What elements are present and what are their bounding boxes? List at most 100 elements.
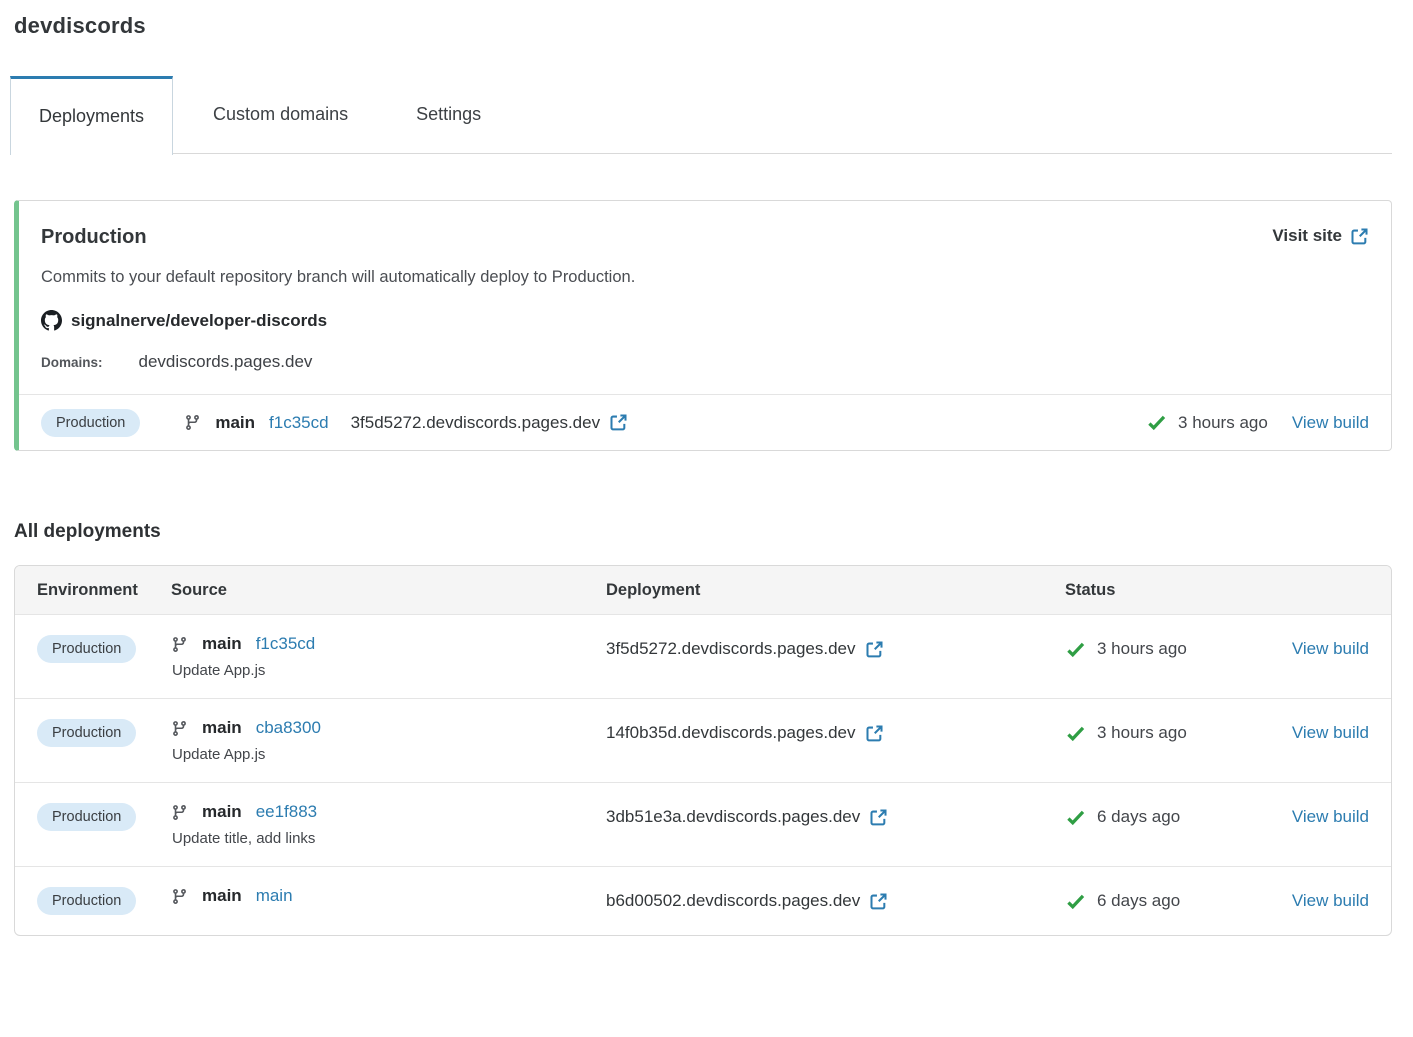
- deployment-url: 3f5d5272.devdiscords.pages.dev: [606, 639, 856, 658]
- status-cell: 3 hours ago: [1065, 718, 1284, 748]
- repo-name[interactable]: signalnerve/developer-discords: [71, 311, 327, 331]
- check-icon: [1066, 641, 1085, 656]
- commit-message: Update App.js: [172, 662, 266, 679]
- external-link-icon: [866, 724, 883, 741]
- view-build-link[interactable]: View build: [1292, 807, 1369, 827]
- git-branch-icon: [186, 415, 200, 430]
- external-link-icon: [866, 640, 883, 657]
- external-link-icon: [1351, 227, 1368, 244]
- domains-row: Domains: devdiscords.pages.dev: [41, 352, 1369, 372]
- status-time: 3 hours ago: [1097, 639, 1187, 658]
- deployment-open-link[interactable]: [865, 724, 884, 743]
- status-time: 3 hours ago: [1097, 723, 1187, 742]
- domains-label: Domains:: [41, 355, 103, 370]
- git-branch-icon: [173, 636, 186, 652]
- environment-badge: Production: [37, 887, 137, 915]
- environment-cell: Production: [37, 802, 171, 832]
- environment-cell: Production: [37, 718, 171, 748]
- status-time: 3 hours ago: [1178, 412, 1268, 432]
- repo-row: signalnerve/developer-discords: [41, 310, 1369, 331]
- branch-name: main: [215, 412, 256, 432]
- column-header-environment: Environment: [37, 580, 138, 599]
- production-card-title: Production: [41, 226, 147, 248]
- deployment-url: 14f0b35d.devdiscords.pages.dev: [606, 723, 856, 742]
- status-cell: 3 hours ago: [1065, 634, 1284, 664]
- deployment-open-link[interactable]: [869, 892, 888, 911]
- commit-link[interactable]: ee1f883: [256, 802, 317, 822]
- branch-name: main: [202, 802, 242, 821]
- environment-cell: Production: [37, 634, 171, 664]
- deployment-url: b6d00502.devdiscords.pages.dev: [606, 891, 861, 910]
- view-build-link[interactable]: View build: [1292, 413, 1369, 433]
- deployment-cell: 3f5d5272.devdiscords.pages.dev: [606, 634, 1065, 664]
- table-row: Production main ee1f883 Update title, ad…: [15, 782, 1391, 866]
- commit-link[interactable]: main: [256, 886, 293, 906]
- deployment-cell: 3db51e3a.devdiscords.pages.dev: [606, 802, 1065, 832]
- commit-message: Update App.js: [172, 746, 266, 763]
- git-branch-icon: [173, 888, 186, 904]
- environment-badge: Production: [37, 635, 137, 663]
- check-icon: [1066, 725, 1085, 740]
- deployment-url: 3db51e3a.devdiscords.pages.dev: [606, 807, 861, 826]
- page: devdiscords Deployments Custom domains S…: [10, 0, 1392, 936]
- view-build-cell: View build: [1284, 718, 1369, 748]
- branch-name: main: [202, 886, 242, 905]
- visit-site-link[interactable]: Visit site: [1272, 226, 1369, 246]
- check-icon: [1066, 893, 1085, 908]
- environment-badge: Production: [41, 408, 141, 437]
- commit-link[interactable]: f1c35cd: [256, 634, 316, 654]
- deployment-open-link[interactable]: [869, 808, 888, 827]
- column-header-source: Source: [171, 580, 227, 599]
- commit-message: Update title, add links: [172, 830, 316, 847]
- deployment-url: 3f5d5272.devdiscords.pages.dev: [350, 412, 601, 432]
- git-branch-icon: [173, 804, 186, 820]
- deployments-table-body: Production main f1c35cd Update App.js 3f…: [15, 614, 1391, 935]
- external-link-icon: [870, 808, 887, 825]
- view-build-cell: View build: [1284, 886, 1369, 916]
- commit-link[interactable]: f1c35cd: [269, 413, 329, 433]
- environment-badge: Production: [37, 719, 137, 747]
- tab-bar: Deployments Custom domains Settings: [10, 76, 1392, 155]
- check-icon: [1147, 415, 1166, 430]
- deployment-open-link[interactable]: [609, 413, 628, 432]
- check-icon: [1066, 809, 1085, 824]
- deployment-cell: b6d00502.devdiscords.pages.dev: [606, 886, 1065, 916]
- source-cell: main f1c35cd Update App.js: [171, 634, 606, 679]
- column-header-deployment: Deployment: [606, 580, 701, 599]
- status-time: 6 days ago: [1097, 807, 1181, 826]
- tab-settings[interactable]: Settings: [388, 76, 509, 153]
- tab-custom-domains[interactable]: Custom domains: [185, 76, 376, 153]
- visit-site-label: Visit site: [1272, 226, 1342, 245]
- table-row: Production main f1c35cd Update App.js 3f…: [15, 614, 1391, 698]
- environment-cell: Production: [37, 886, 171, 916]
- deployment-open-link[interactable]: [865, 640, 884, 659]
- all-deployments-title: All deployments: [14, 521, 161, 542]
- table-row: Production main main b6d00502.devdiscord…: [15, 866, 1391, 935]
- environment-badge: Production: [37, 803, 137, 831]
- tab-deployments[interactable]: Deployments: [10, 76, 174, 155]
- page-title: devdiscords: [14, 13, 146, 38]
- production-description: Commits to your default repository branc…: [41, 268, 636, 286]
- source-cell: main ee1f883 Update title, add links: [171, 802, 606, 847]
- status-cell: 6 days ago: [1065, 802, 1284, 832]
- commit-link[interactable]: cba8300: [256, 718, 321, 738]
- view-build-link[interactable]: View build: [1292, 639, 1369, 659]
- source-cell: main cba8300 Update App.js: [171, 718, 606, 763]
- production-card: Production Visit site Commits to your de…: [14, 200, 1392, 451]
- production-deployment-row: Production main f1c35cd 3f5d5272.devdisc…: [19, 394, 1391, 450]
- table-row: Production main cba8300 Update App.js 14…: [15, 698, 1391, 782]
- deployment-cell: 14f0b35d.devdiscords.pages.dev: [606, 718, 1065, 748]
- external-link-icon: [610, 414, 627, 431]
- github-icon: [41, 310, 62, 331]
- view-build-cell: View build: [1284, 634, 1369, 664]
- column-header-status: Status: [1065, 580, 1116, 599]
- branch-name: main: [202, 718, 242, 737]
- branch-name: main: [202, 634, 242, 653]
- view-build-link[interactable]: View build: [1292, 891, 1369, 911]
- view-build-link[interactable]: View build: [1292, 723, 1369, 743]
- table-header-row: Environment Source Deployment Status: [15, 566, 1391, 614]
- external-link-icon: [870, 892, 887, 909]
- git-branch-icon: [173, 720, 186, 736]
- status-time: 6 days ago: [1097, 891, 1181, 910]
- view-build-cell: View build: [1284, 802, 1369, 832]
